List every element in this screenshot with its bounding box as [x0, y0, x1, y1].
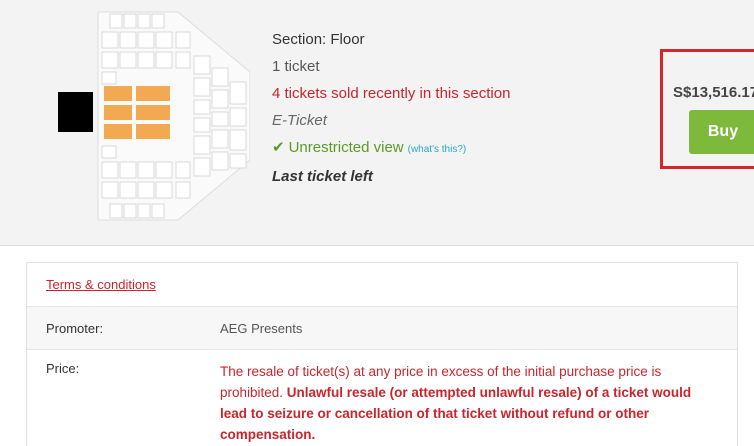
- terms-row: Terms & conditions: [27, 263, 737, 307]
- terms-link[interactable]: Terms & conditions: [46, 277, 156, 292]
- listing-panel: Section: Floor 1 ticket 4 tickets sold r…: [0, 0, 754, 246]
- sold-notice: 4 tickets sold recently in this section: [272, 85, 511, 102]
- ticket-details: Section: Floor 1 ticket 4 tickets sold r…: [272, 26, 632, 190]
- floor-section-a1: [104, 86, 132, 101]
- price-label: Price:: [46, 361, 80, 376]
- info-table: Terms & conditions Promoter: AEG Present…: [26, 262, 738, 446]
- whats-this-link[interactable]: (what's this?): [408, 144, 467, 155]
- ticket-price: S$13,516.17: [673, 84, 754, 101]
- floor-section-c1: [104, 124, 132, 139]
- view-info: ✔ Unrestricted view (what's this?): [272, 134, 632, 163]
- price-policy-bold: Unlawful resale (or attempted unlawful r…: [220, 385, 692, 442]
- promoter-label: Promoter:: [46, 320, 104, 336]
- promoter-row: Promoter: AEG Presents: [27, 307, 737, 350]
- section-name: Section: Floor: [272, 31, 365, 48]
- buy-button[interactable]: Buy: [689, 110, 754, 154]
- price-policy-text: The resale of ticket(s) at any price in …: [220, 361, 714, 445]
- price-row: Price: The resale of ticket(s) at any pr…: [27, 350, 737, 445]
- floor-section-c2: [136, 124, 170, 139]
- view-label: Unrestricted view: [288, 139, 404, 156]
- last-ticket-notice: Last ticket left: [272, 168, 373, 185]
- stage-block: [58, 92, 93, 132]
- price-box: S$13,516.17 Buy: [660, 49, 754, 169]
- floor-section-a2: [136, 86, 170, 101]
- floor-section-b1: [104, 105, 132, 120]
- ticket-type: E-Ticket: [272, 112, 327, 129]
- check-icon: ✔: [272, 139, 285, 156]
- floor-section-b2: [136, 105, 170, 120]
- venue-seat-map: [58, 11, 250, 221]
- ticket-quantity: 1 ticket: [272, 58, 320, 75]
- promoter-value: AEG Presents: [220, 320, 303, 336]
